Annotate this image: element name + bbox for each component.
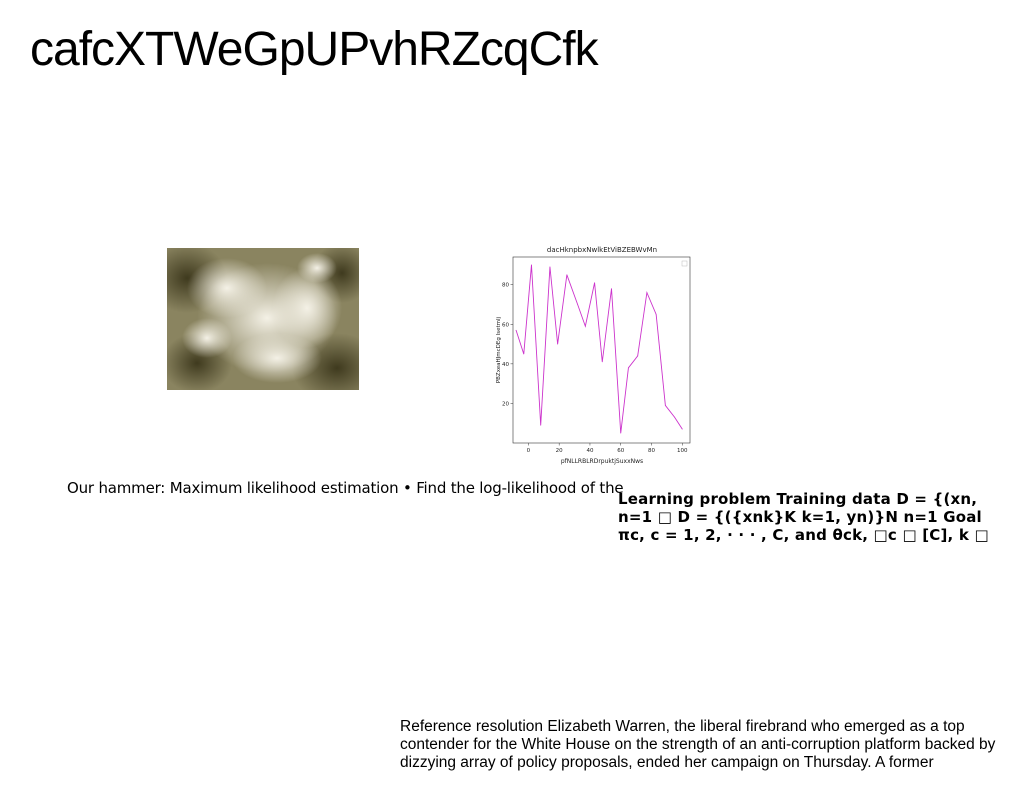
page-title: cafcXTWeGpUPvhRZcqCfk <box>30 23 599 76</box>
x-tick-label: 100 <box>677 448 688 454</box>
math-line: Learning problem Training data D = {(xn, <box>618 490 978 508</box>
line-chart: dacHknpbxNwlkEtViBZEBWvMn pfNLLRBLRDrpuk… <box>496 246 691 465</box>
math-line: n=1 □ D = {({xnk}K k=1, yn)}N n=1 Goal <box>618 508 982 526</box>
math-line: πc, c = 1, 2, · · · , C, and θck, □c □ [… <box>618 526 989 544</box>
y-tick-label: 60 <box>502 322 509 328</box>
reference-text: Reference resolution Elizabeth Warren, t… <box>400 718 1020 772</box>
water-image <box>167 248 359 390</box>
data-point <box>549 266 551 268</box>
data-point <box>681 428 683 430</box>
image-caption: Our hammer: Maximum likelihood estimatio… <box>67 479 624 497</box>
data-point <box>523 353 525 355</box>
data-point <box>557 343 559 345</box>
data-point <box>611 288 612 290</box>
x-tick-label: 0 <box>527 448 531 454</box>
data-point <box>620 432 622 434</box>
x-axis-label: pfNLLRBLRDrpuktjSuxxNws <box>561 458 643 465</box>
data-point <box>594 282 595 284</box>
data-point <box>515 329 517 331</box>
data-point <box>531 264 532 266</box>
chart-title: dacHknpbxNwlkEtViBZEBWvMn <box>547 246 657 254</box>
data-point <box>655 313 657 315</box>
x-tick-label: 60 <box>617 448 624 454</box>
data-point <box>584 325 586 327</box>
y-tick-label: 80 <box>502 283 509 289</box>
data-point <box>637 355 639 357</box>
reference-line: dizzying array of policy proposals, ende… <box>400 754 934 771</box>
reference-line: Reference resolution Elizabeth Warren, t… <box>400 718 965 735</box>
data-point <box>646 292 648 294</box>
data-point <box>577 304 579 305</box>
x-tick-label: 20 <box>556 448 563 454</box>
y-tick-label: 40 <box>502 362 509 368</box>
learning-problem-text: Learning problem Training data D = {(xn,… <box>618 490 1018 544</box>
data-point <box>566 274 568 276</box>
y-tick-label: 20 <box>502 401 509 407</box>
x-tick-label: 40 <box>586 448 593 454</box>
data-point <box>664 405 666 406</box>
water-photo <box>167 248 359 390</box>
reference-line: contender for the White House on the str… <box>400 736 996 753</box>
data-point <box>674 416 676 418</box>
data-point <box>628 367 629 369</box>
data-point <box>540 424 542 426</box>
data-point <box>601 361 603 363</box>
x-tick-label: 80 <box>648 448 655 454</box>
